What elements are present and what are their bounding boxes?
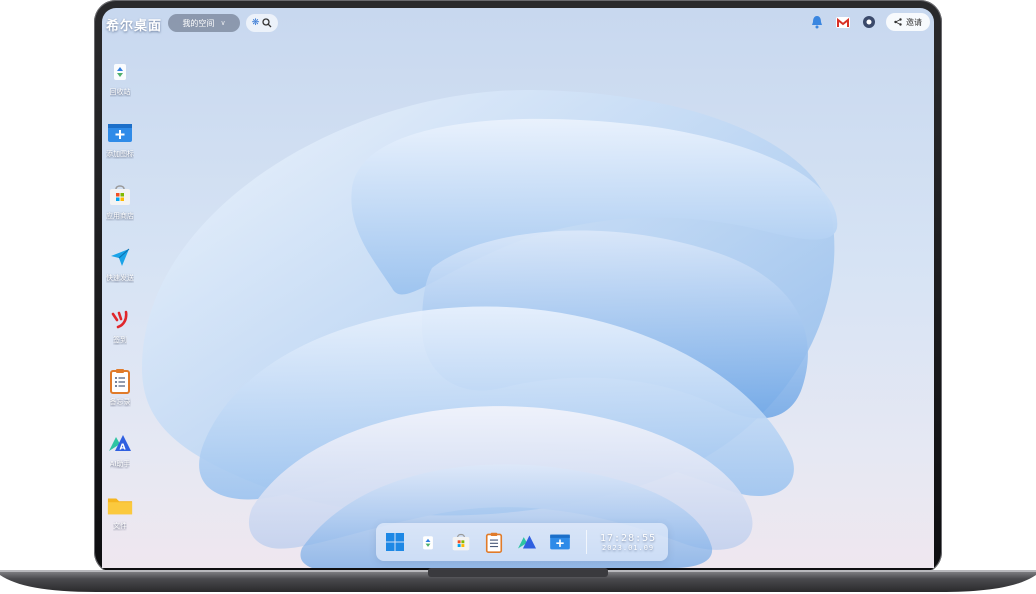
desktop-icon-recycle-bin[interactable]: 回收站	[102, 58, 138, 114]
clipboard-icon	[485, 532, 503, 553]
svg-text:A: A	[120, 443, 127, 452]
chevron-down-icon: ∨	[220, 19, 226, 27]
space-selector[interactable]: 我的空间 ∨	[168, 14, 240, 32]
recycle-bin-icon	[107, 58, 133, 84]
desktop-icon-label: 快速发送	[106, 274, 134, 282]
notification-icon[interactable]	[808, 13, 826, 31]
clipboard-icon	[107, 368, 133, 394]
dock-app-store[interactable]	[448, 529, 474, 555]
desktop-icon-label: 签到	[113, 336, 127, 344]
ai-assistant-icon	[518, 535, 536, 549]
share-icon	[894, 18, 902, 26]
add-widget-icon	[107, 120, 133, 146]
dock-memo[interactable]	[481, 529, 507, 555]
paw-icon: ❋	[251, 18, 260, 28]
ai-assistant-icon: A	[107, 430, 133, 456]
dock-separator	[586, 530, 587, 554]
desktop-icon-app-store[interactable]: 应用商店	[102, 182, 138, 238]
desktop-icon-memo[interactable]: 备忘录	[102, 368, 138, 424]
app-store-icon	[452, 533, 470, 551]
sign-in-icon	[107, 306, 133, 332]
desktop-icon-ai-assistant[interactable]: A AI助手	[102, 430, 138, 486]
dock-add-widget[interactable]	[547, 529, 573, 555]
settings-gear-icon[interactable]	[860, 13, 878, 31]
taskbar-dock: 17:28:55 2023.01.09	[376, 523, 668, 561]
windows-logo-icon	[386, 533, 404, 551]
folder-icon	[107, 492, 133, 518]
start-menu-button[interactable]	[382, 529, 408, 555]
desktop-icon-label: 文件	[113, 522, 127, 530]
desktop-icon-quick-send[interactable]: 快速发送	[102, 244, 138, 300]
search-icon	[262, 18, 272, 28]
top-bar: 希尔桌面 我的空间 ∨ ❋ 邀请	[102, 8, 934, 38]
desktop-icon-label: 回收站	[109, 88, 131, 96]
desktop-icon-label: AI助手	[109, 460, 131, 468]
share-button[interactable]: 邀请	[886, 13, 930, 31]
clock-date: 2023.01.09	[602, 543, 655, 552]
search-button[interactable]: ❋	[246, 14, 278, 32]
desktop-icon-sign-in[interactable]: 签到	[102, 306, 138, 362]
desktop-icon-folder[interactable]: 文件	[102, 492, 138, 548]
brand-title: 希尔桌面	[106, 19, 163, 34]
tray-area: 邀请	[808, 13, 930, 31]
wallpaper-bloom	[142, 89, 838, 568]
space-selector-label: 我的空间	[182, 18, 215, 28]
desktop-icon-label: 应用商店	[106, 212, 134, 220]
add-widget-icon	[550, 534, 570, 550]
dock-clock[interactable]: 17:28:55 2023.01.09	[600, 533, 656, 552]
mail-icon[interactable]	[834, 13, 852, 31]
dock-recycle-bin[interactable]	[415, 529, 441, 555]
desktop-icon-add-widget[interactable]: 添加图标	[102, 120, 138, 176]
desktop-screen: 希尔桌面 我的空间 ∨ ❋ 邀请 回收站 添加图标 应用商店 快速发送 签到 备…	[102, 8, 934, 568]
recycle-bin-icon	[423, 536, 433, 550]
paper-plane-icon	[107, 244, 133, 270]
laptop-base	[0, 566, 1036, 594]
desktop-icon-label: 备忘录	[109, 398, 131, 406]
share-label: 邀请	[906, 17, 922, 27]
clock-time: 17:28:55	[600, 532, 657, 544]
desktop-icon-label: 添加图标	[106, 150, 134, 158]
app-store-icon	[107, 182, 133, 208]
dock-ai-assistant[interactable]	[514, 529, 540, 555]
